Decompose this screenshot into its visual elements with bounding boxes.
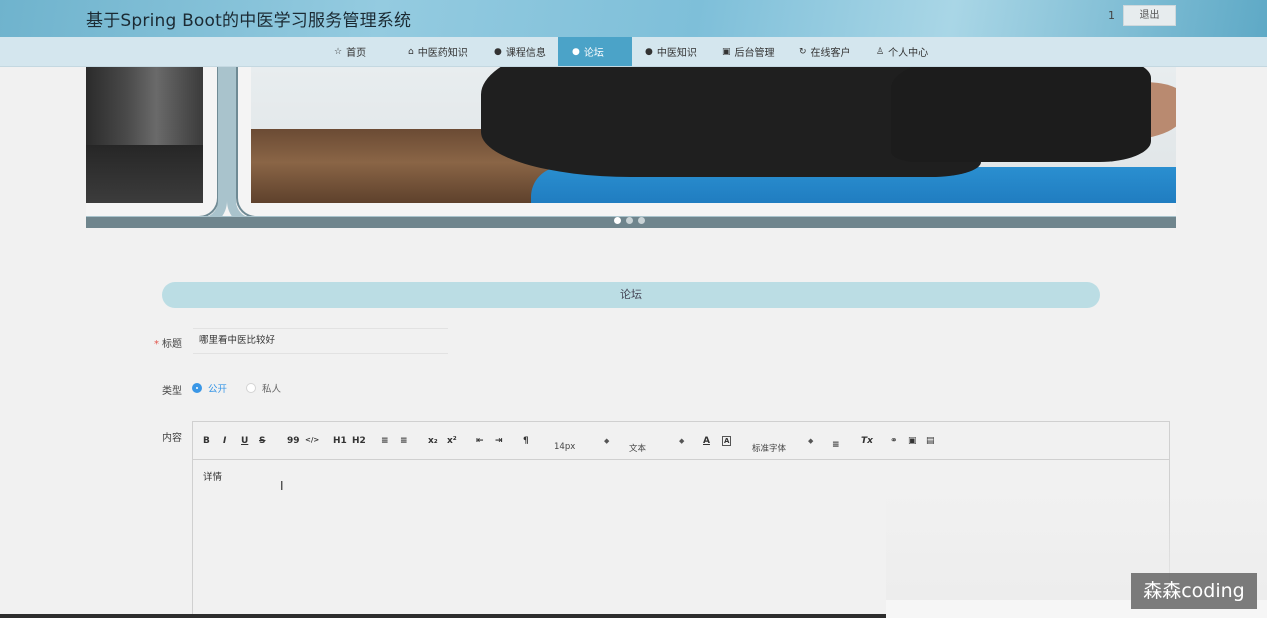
nav-item-label: 中医药知识 (417, 48, 468, 59)
type-radio-public[interactable]: 公开 (192, 381, 227, 395)
info-icon: ● (645, 46, 653, 57)
home-icon: ⌂ (408, 46, 414, 57)
nav-item-tcm-knowledge[interactable]: ⌂ 中医药知识 (408, 37, 468, 66)
bullet-list-button[interactable]: ≡ (400, 436, 408, 446)
subscript-button[interactable]: x₂ (428, 436, 438, 446)
content-label: 内容 (162, 433, 182, 444)
align-button[interactable]: ≡ (832, 440, 840, 450)
section-title: 论坛 (162, 282, 1100, 308)
title-label: * 标题 (154, 339, 182, 350)
site-title: 基于Spring Boot的中医学习服务管理系统 (86, 11, 412, 31)
nav-item-admin[interactable]: ▣ 后台管理 (722, 37, 775, 66)
h2-button[interactable]: H2 (352, 436, 366, 446)
strike-button[interactable]: S (259, 436, 265, 446)
bold-button[interactable]: B (203, 436, 210, 446)
nav-item-courses[interactable]: ● 课程信息 (494, 37, 546, 66)
circle-icon: ● (572, 46, 580, 57)
user-icon: ♙ (876, 46, 885, 57)
logout-button[interactable]: 退出 (1123, 5, 1176, 26)
main-nav: ☆ 首页 ⌂ 中医药知识 ● 课程信息 ● 论坛 ● 中医知识 ▣ 后台管理 ↻… (0, 37, 1267, 67)
nav-item-label: 中医知识 (656, 48, 697, 59)
nav-item-home[interactable]: ☆ 首页 (334, 37, 366, 66)
nav-item-chinese-medicine[interactable]: ● 中医知识 (645, 37, 697, 66)
superscript-button[interactable]: x² (447, 436, 457, 446)
radio-label: 公开 (208, 384, 228, 395)
info-icon: ● (494, 46, 502, 57)
italic-button[interactable]: I (223, 436, 226, 446)
video-icon[interactable]: ▤ (926, 436, 935, 446)
editor-content[interactable]: 详情 (203, 469, 222, 483)
title-input[interactable]: 哪里看中医比较好 (193, 328, 448, 354)
nav-item-label: 课程信息 (505, 48, 546, 59)
chevron-updown-icon: ◆ (679, 437, 685, 445)
type-radio-private[interactable]: 私人 (246, 381, 281, 395)
carousel-dot[interactable] (638, 217, 645, 224)
nav-item-online-service[interactable]: ↻ 在线客户 (799, 37, 851, 66)
required-mark: * (154, 339, 159, 350)
font-color-button[interactable]: A (703, 436, 710, 446)
watermark: 森森coding (1131, 573, 1257, 609)
chevron-updown-icon: ◆ (808, 437, 814, 445)
radio-label: 私人 (262, 384, 282, 395)
nav-item-label: 在线客户 (810, 48, 851, 59)
link-icon[interactable]: ⚭ (890, 436, 898, 446)
current-user: 1 (1108, 9, 1115, 22)
star-icon: ☆ (334, 46, 343, 57)
radio-checked-icon (192, 383, 202, 393)
radio-unchecked-icon (246, 383, 256, 393)
nav-item-forum[interactable]: ● 论坛 (558, 37, 632, 66)
header-select[interactable]: 文本 (629, 442, 646, 454)
text-cursor-icon: I (280, 479, 284, 493)
chevron-updown-icon: ◆ (604, 437, 610, 445)
direction-button[interactable]: ¶ (523, 436, 529, 446)
ordered-list-button[interactable]: ≡ (381, 436, 389, 446)
image-icon[interactable]: ▣ (908, 436, 917, 446)
clean-format-button[interactable]: Tx (861, 436, 873, 446)
box-icon: ▣ (722, 46, 731, 57)
nav-item-label: 后台管理 (734, 48, 775, 59)
type-label: 类型 (162, 386, 182, 397)
banner-carousel[interactable] (86, 67, 1176, 228)
background-color-button[interactable]: A (722, 436, 732, 446)
nav-item-label: 个人中心 (888, 48, 929, 59)
editor-toolbar: B I U S 99 </> H1 H2 ≡ ≡ x₂ x² ⇤ ⇥ ¶ 14p… (193, 422, 1169, 460)
outdent-button[interactable]: ⇤ (476, 436, 484, 446)
top-header: 基于Spring Boot的中医学习服务管理系统 1 退出 (0, 0, 1267, 37)
quote-button[interactable]: 99 (287, 436, 300, 446)
carousel-indicators (614, 217, 645, 224)
font-size-select[interactable]: 14px (554, 442, 575, 452)
nav-item-profile[interactable]: ♙ 个人中心 (876, 37, 928, 66)
nav-item-label: 论坛 (583, 48, 604, 59)
underline-button[interactable]: U (241, 436, 248, 446)
indent-button[interactable]: ⇥ (495, 436, 503, 446)
headset-icon: ↻ (799, 46, 807, 57)
h1-button[interactable]: H1 (333, 436, 347, 446)
nav-item-label: 首页 (346, 48, 367, 59)
font-family-select[interactable]: 标准字体 (752, 442, 786, 454)
code-button[interactable]: </> (305, 436, 319, 444)
carousel-dot[interactable] (626, 217, 633, 224)
carousel-dot[interactable] (614, 217, 621, 224)
